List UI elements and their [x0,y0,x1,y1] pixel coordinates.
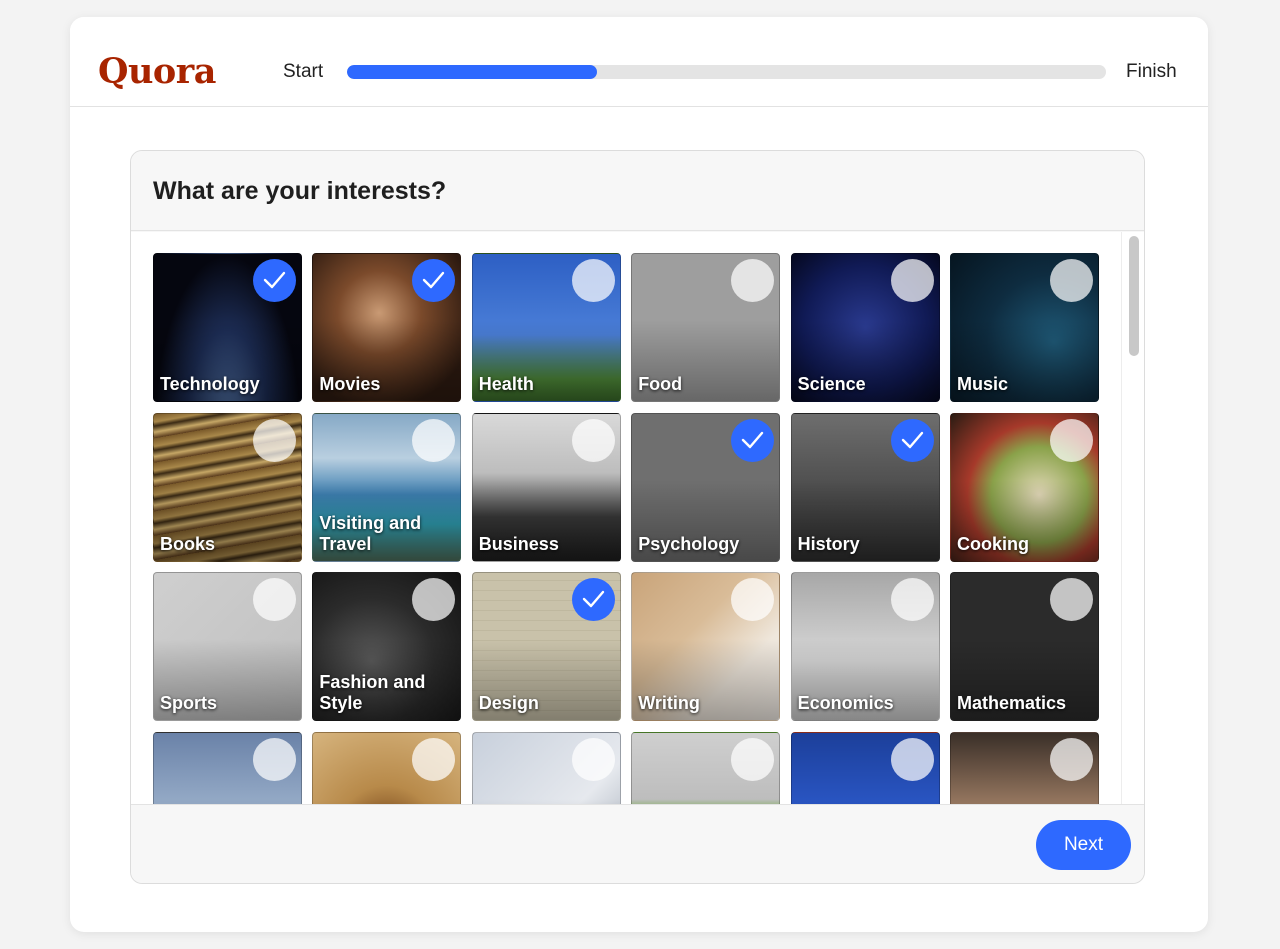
quora-logo[interactable]: Quora [98,51,216,92]
progress-finish-label: Finish [1126,61,1177,82]
topic-label: Movies [319,374,381,394]
topic-tile[interactable]: Mathematics [950,572,1099,722]
topic-tile[interactable]: Movies [312,253,462,402]
checkmark-icon[interactable] [731,418,775,462]
card-title: What are your interests? [153,177,447,205]
unchecked-circle-icon[interactable] [890,737,934,781]
topic-label: Design [478,693,539,714]
unchecked-circle-icon[interactable] [731,737,775,781]
unchecked-circle-icon[interactable] [1050,418,1093,462]
topic-label: Technology [160,374,260,394]
topic-label: Sports [160,693,218,714]
progress-bar [347,65,1106,79]
topic-tile[interactable]: Technology [153,253,302,402]
topic-label: Psychology [638,533,740,554]
topic-label: Writing [638,693,700,714]
topic-label: Books [160,533,216,554]
onboarding-window: Quora Start Finish What are your interes… [70,17,1208,932]
topic-tile[interactable]: Fashion and Style [312,572,462,722]
topic-label: Mathematics [957,693,1067,714]
topic-tile[interactable]: Music [950,253,1099,402]
topic-tile[interactable]: Sports [153,572,302,722]
unchecked-circle-icon[interactable] [1050,578,1093,622]
unchecked-circle-icon[interactable] [731,259,775,302]
topic-label: Visiting and Travel [319,512,422,554]
progress-start-label: Start [283,61,324,82]
topic-tile[interactable]: Science [790,253,940,402]
topic-tile[interactable]: Cooking [950,412,1099,562]
topic-tile[interactable]: Books [153,412,302,562]
unchecked-circle-icon[interactable] [253,578,296,622]
topic-label: Cooking [957,533,1029,554]
unchecked-circle-icon[interactable] [412,418,456,462]
checkmark-icon[interactable] [253,259,296,302]
unchecked-circle-icon[interactable] [890,259,934,302]
topics-grid: Technology Movies Health Food Science Music Bo… [131,232,1121,804]
topic-tile[interactable] [950,731,1099,804]
topic-tile[interactable]: Visiting and Travel [312,412,462,562]
unchecked-circle-icon[interactable] [253,418,296,462]
unchecked-circle-icon[interactable] [1050,259,1093,302]
topic-tile[interactable]: Health [471,253,621,402]
topic-tile[interactable] [631,731,781,804]
card-header: What are your interests? [131,151,1144,231]
topic-tile[interactable] [471,731,621,804]
topic-label: Health [478,374,534,394]
topic-tile[interactable]: Business [471,412,621,562]
topic-label: Science [797,374,866,394]
unchecked-circle-icon[interactable] [571,737,615,781]
topic-tile[interactable]: Psychology [631,412,781,562]
topic-tile[interactable] [312,731,462,804]
topic-label: Fashion and Style [319,672,426,714]
interests-card: What are your interests? Technology Movie… [130,150,1145,884]
unchecked-circle-icon[interactable] [571,418,615,462]
card-footer: Next [131,804,1144,883]
topic-label: Economics [797,693,894,714]
unchecked-circle-icon[interactable] [253,737,296,781]
unchecked-circle-icon[interactable] [890,578,934,622]
scrollbar-thumb[interactable] [1129,236,1139,356]
progress-bar-fill [347,65,598,79]
checkmark-icon[interactable] [890,418,934,462]
topic-label: Music [957,374,1009,394]
topic-label: History [797,533,860,554]
unchecked-circle-icon[interactable] [1050,737,1093,781]
topic-tile[interactable] [790,731,940,804]
scrollbar[interactable] [1121,232,1144,804]
topic-label: Food [638,374,683,394]
topic-tile[interactable]: Food [631,253,781,402]
next-button[interactable]: Next [1036,820,1131,870]
topic-tile[interactable]: Economics [790,572,940,722]
topic-tile[interactable] [153,731,302,804]
topic-tile[interactable]: History [790,412,940,562]
checkmark-icon[interactable] [571,578,615,622]
topic-tile[interactable]: Writing [631,572,781,722]
unchecked-circle-icon[interactable] [571,259,615,302]
top-bar: Quora Start Finish [70,17,1208,107]
topic-tile[interactable]: Design [471,572,621,722]
topic-label: Business [478,533,559,554]
unchecked-circle-icon[interactable] [412,737,456,781]
